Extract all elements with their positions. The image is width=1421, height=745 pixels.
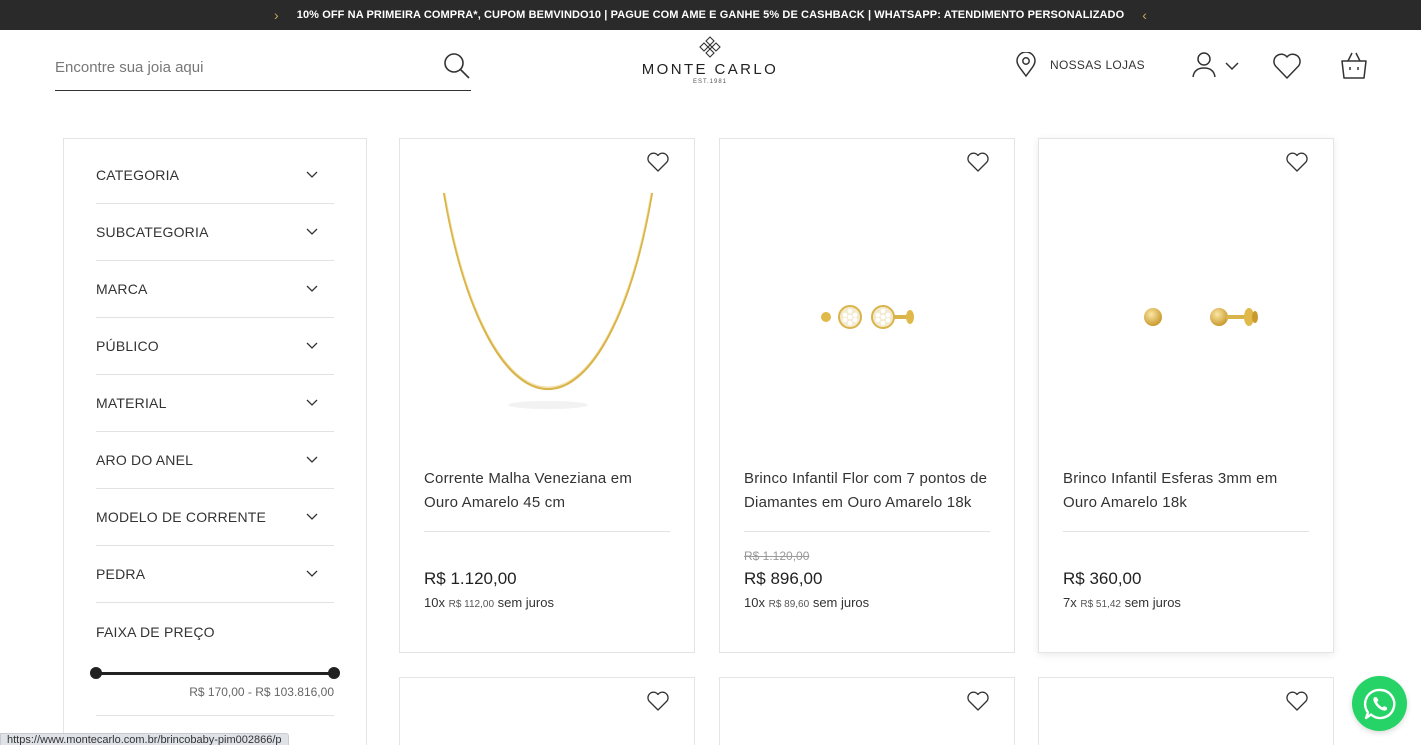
heart-icon[interactable] [1272,52,1302,80]
product-image[interactable] [1063,191,1311,451]
installments: 7x R$ 51,42 sem juros [1063,595,1181,610]
price-range-slider[interactable] [90,667,340,679]
search-bar [55,50,471,91]
installments: 10x R$ 112,00 sem juros [424,595,554,610]
product-card[interactable]: Corrente Malha Veneziana em Ouro Amarelo… [399,138,695,653]
heart-icon[interactable] [966,690,990,712]
filter-categoria[interactable]: CATEGORIA [96,147,334,204]
product-title[interactable]: Brinco Infantil Esferas 3mm em Ouro Amar… [1063,467,1309,515]
whatsapp-icon [1363,688,1395,719]
filter-label: MARCA [96,281,148,297]
stores-link[interactable]: NOSSAS LOJAS [1014,52,1145,78]
slider-track [96,672,334,675]
whatsapp-button[interactable] [1352,676,1407,731]
product-card[interactable] [1038,677,1334,745]
divider [424,531,670,532]
chevron-down-icon [306,342,318,349]
chevron-left-icon[interactable]: ‹ [1142,7,1147,23]
filter-aro-do-anel[interactable]: ARO DO ANEL [96,432,334,489]
filter-marca[interactable]: MARCA [96,261,334,318]
installment-count: 10x [424,595,445,610]
installment-suffix: sem juros [812,595,870,610]
slider-min-handle[interactable] [90,667,102,679]
filter-pedra[interactable]: PEDRA [96,546,334,603]
heart-icon[interactable] [1285,151,1309,173]
chevron-down-icon [306,570,318,577]
filter-modelo-de-corrente[interactable]: MODELO DE CORRENTE [96,489,334,546]
product-price: R$ 896,00 [744,569,823,588]
filter-subcategoria[interactable]: SUBCATEGORIA [96,204,334,261]
filter-label: SUBCATEGORIA [96,224,209,240]
chevron-down-icon [306,399,318,406]
chevron-down-icon [306,513,318,520]
filter-label: PÚBLICO [96,338,159,354]
filter-sidebar: CATEGORIA SUBCATEGORIA MARCA PÚBLICO MAT… [63,138,367,745]
logo-name: MONTE CARLO [641,61,779,78]
product-card[interactable] [719,677,1015,745]
chevron-down-icon [306,228,318,235]
stores-label: NOSSAS LOJAS [1050,58,1145,72]
chevron-down-icon[interactable] [1225,62,1239,71]
filter-label: CATEGORIA [96,167,180,183]
filter-material[interactable]: MATERIAL [96,375,334,432]
user-icon[interactable] [1190,50,1220,80]
location-pin-icon [1016,52,1036,78]
promo-text[interactable]: 10% OFF NA PRIMEIRA COMPRA*, CUPOM BEMVI… [297,9,1125,21]
heart-icon[interactable] [646,690,670,712]
logo-mark-icon [699,36,721,58]
slider-max-handle[interactable] [328,667,340,679]
price-range-value: R$ 170,00 - R$ 103.816,00 [189,685,334,699]
chevron-down-icon [306,171,318,178]
installment-count: 10x [744,595,765,610]
promo-bar: › 10% OFF NA PRIMEIRA COMPRA*, CUPOM BEM… [0,0,1421,30]
price-filter-label: FAIXA DE PREÇO [96,624,215,640]
installment-count: 7x [1063,595,1077,610]
search-input[interactable] [55,50,415,84]
product-card[interactable]: Brinco Infantil Esferas 3mm em Ouro Amar… [1038,138,1334,653]
chevron-right-icon[interactable]: › [274,7,279,23]
filter-label: ARO DO ANEL [96,452,194,468]
installment-suffix: sem juros [497,595,554,610]
heart-icon[interactable] [966,151,990,173]
product-price: R$ 360,00 [1063,569,1142,588]
filter-label: MODELO DE CORRENTE [96,509,267,525]
installment-value: R$ 112,00 [448,599,494,610]
product-price: R$ 1.120,00 [424,569,517,588]
product-card[interactable]: Brinco Infantil Flor com 7 pontos de Dia… [719,138,1015,653]
filter-publico[interactable]: PÚBLICO [96,318,334,375]
installment-value: R$ 51,42 [1080,599,1121,610]
chevron-down-icon [306,456,318,463]
product-card[interactable] [399,677,695,745]
header: MONTE CARLO EST.1981 NOSSAS LOJAS [0,30,1421,110]
product-title[interactable]: Brinco Infantil Flor com 7 pontos de Dia… [744,467,990,515]
heart-icon[interactable] [646,151,670,173]
product-title[interactable]: Corrente Malha Veneziana em Ouro Amarelo… [424,467,670,515]
filter-label: PEDRA [96,566,146,582]
divider [744,531,990,532]
installments: 10x R$ 89,60 sem juros [744,595,869,610]
chevron-down-icon [306,285,318,292]
divider [96,715,334,716]
search-icon[interactable] [443,52,471,80]
heart-icon[interactable] [1285,690,1309,712]
installment-value: R$ 89,60 [768,599,810,610]
logo-est: EST.1981 [692,79,728,85]
filter-label: MATERIAL [96,395,167,411]
installment-suffix: sem juros [1124,595,1181,610]
logo[interactable]: MONTE CARLO EST.1981 [640,36,780,96]
divider [1063,531,1309,532]
product-old-price: R$ 1.120,00 [744,549,810,563]
product-image[interactable] [744,191,992,451]
status-url: https://www.montecarlo.com.br/brincobaby… [0,733,289,745]
shopping-bag-icon[interactable] [1340,50,1368,80]
product-image[interactable] [424,191,672,451]
